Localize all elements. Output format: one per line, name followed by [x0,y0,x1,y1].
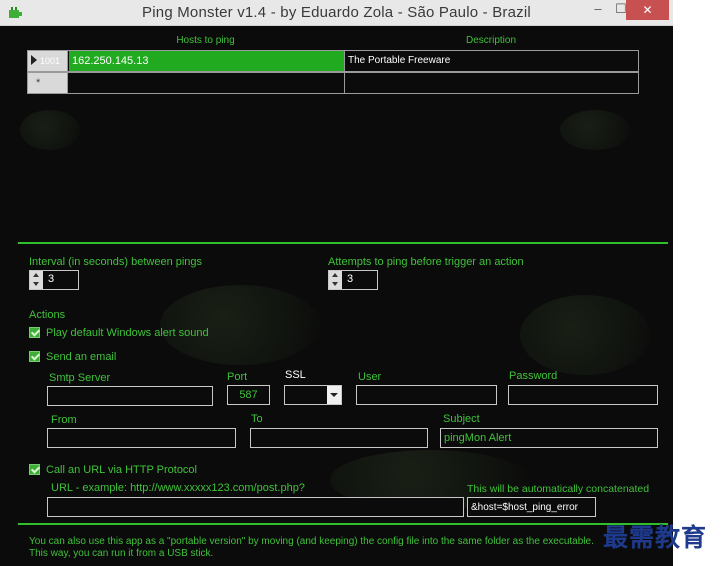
subject-label: Subject [443,413,480,425]
attempts-label: Attempts to ping before trigger an actio… [328,256,524,268]
hosts-grid[interactable]: Hosts to ping Description 1001 162.250.1… [27,35,639,95]
play-sound-checkbox[interactable] [29,327,40,338]
window-title: Ping Monster v1.4 - by Eduardo Zola - Sã… [142,4,531,21]
user-input[interactable] [356,385,497,405]
actions-heading: Actions [29,309,66,321]
user-label: User [358,371,382,383]
section-divider [18,242,668,244]
portable-note: You can also use this app as a "portable… [29,536,594,560]
subject-input[interactable] [440,428,658,448]
footer-divider [18,523,668,525]
attempts-value[interactable]: 3 [347,273,353,285]
row-id: 1001 [40,56,61,66]
current-row-arrow-icon [31,55,37,65]
interval-label: Interval (in seconds) between pings [29,256,203,268]
arrow-down-icon [33,282,39,286]
password-label: Password [509,370,558,382]
smtp-label: Smtp Server [49,372,111,384]
lily-pad-decoration [160,285,320,365]
watermark-logo: 最需教育 [603,523,708,552]
from-input[interactable] [47,428,236,448]
arrow-down-icon [332,282,338,286]
lily-pad-decoration [520,295,650,375]
close-button[interactable]: ✕ [626,0,669,20]
new-row-marker: * [36,77,41,89]
port-label: Port [227,371,248,383]
call-url-label[interactable]: Call an URL via HTTP Protocol [46,464,197,476]
column-header-description[interactable]: Description [343,35,639,50]
description-cell[interactable]: The Portable Freeware [344,51,638,71]
row-header[interactable]: 1001 [28,51,68,71]
url-input[interactable] [47,497,464,517]
stepper-buttons[interactable] [30,271,43,289]
from-label: From [51,414,77,426]
arrow-up-icon [33,273,39,277]
attempts-stepper[interactable]: 3 [328,270,378,290]
send-email-checkbox[interactable] [29,351,40,362]
minimize-button[interactable]: ‒ [586,0,610,20]
lily-pad-decoration [20,110,80,150]
smtp-server-input[interactable] [47,386,213,406]
call-url-checkbox[interactable] [29,464,40,475]
host-cell-empty[interactable] [69,73,344,93]
portable-note-line2: This way, you can run it from a USB stic… [29,548,214,559]
chevron-down-icon[interactable] [327,386,341,404]
interval-value[interactable]: 3 [48,273,54,285]
column-header-hosts[interactable]: Hosts to ping [68,35,343,50]
row-header[interactable]: * [28,73,68,93]
title-bar[interactable]: Ping Monster v1.4 - by Eduardo Zola - Sã… [0,0,673,26]
app-window: Ping Monster v1.4 - by Eduardo Zola - Sã… [0,0,673,566]
table-row[interactable]: 1001 162.250.145.13 The Portable Freewar… [27,50,639,72]
ssl-select[interactable] [284,385,342,405]
password-input[interactable] [508,385,658,405]
description-cell-empty[interactable] [344,73,638,93]
portable-note-line1: You can also use this app as a "portable… [29,536,594,547]
new-row[interactable]: * [27,72,639,94]
port-input[interactable] [227,385,270,405]
stepper-buttons[interactable] [329,271,342,289]
concat-label: This will be automatically concatenated [467,483,650,495]
interval-stepper[interactable]: 3 [29,270,79,290]
to-label: To [251,413,263,425]
ssl-label: SSL [285,369,306,381]
arrow-up-icon [332,273,338,277]
url-example-label: URL - example: http://www.xxxxx123.com/p… [51,482,305,494]
send-email-label[interactable]: Send an email [46,351,116,363]
host-cell[interactable]: 162.250.145.13 [69,51,344,71]
play-sound-label[interactable]: Play default Windows alert sound [46,327,209,339]
lily-pad-decoration [560,110,630,150]
to-input[interactable] [250,428,428,448]
concat-input[interactable] [467,497,596,517]
